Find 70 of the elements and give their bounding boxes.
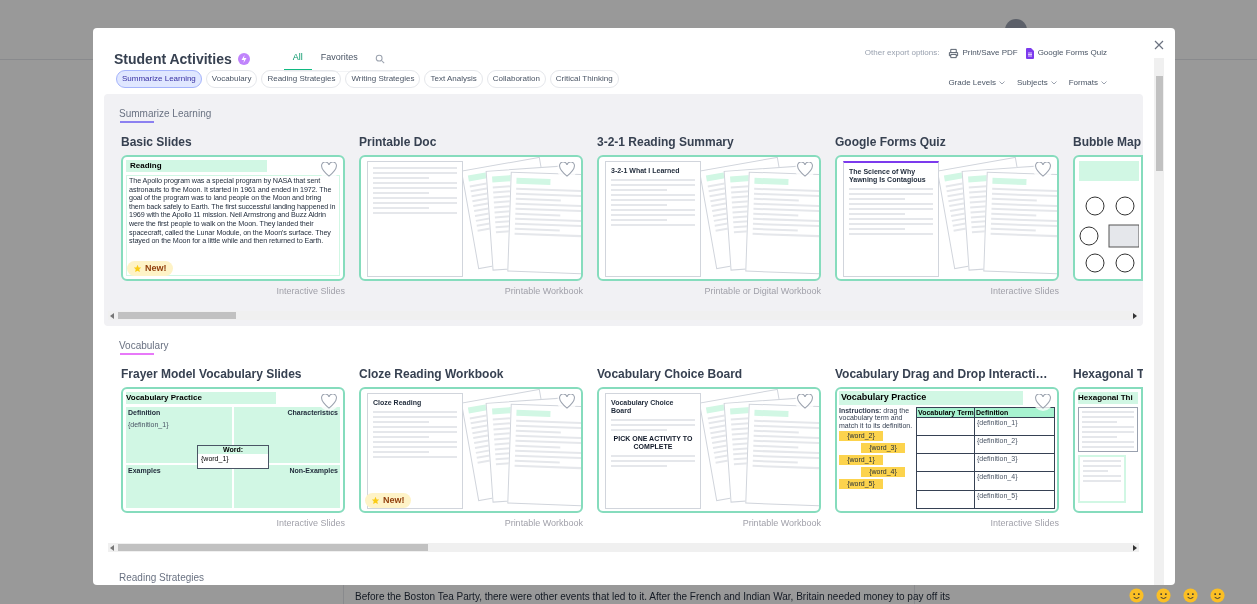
favorite-button[interactable] <box>1033 391 1053 411</box>
format-label: Printable Workbook <box>742 517 821 529</box>
favorite-button[interactable] <box>319 391 339 411</box>
activity-card[interactable] <box>835 387 1059 513</box>
format-label: Interactive Slides <box>276 285 345 297</box>
close-icon <box>1154 40 1164 50</box>
format-label: Printable or Digital Workbook <box>704 285 821 297</box>
emoji-icon[interactable] <box>1129 588 1144 603</box>
slide-heading: Reading <box>126 160 268 172</box>
filter-dropdown[interactable]: Subjects <box>1016 77 1057 89</box>
section-title: Vocabulary <box>118 339 169 353</box>
favorite-button[interactable] <box>557 159 577 179</box>
dialog-title: Student Activities <box>114 49 232 69</box>
filter-dropdown[interactable]: Formats <box>1068 77 1107 89</box>
card-title: Cloze Reading Workbook <box>359 366 505 383</box>
scroll-left-icon[interactable] <box>110 544 114 551</box>
format-label: Interactive Slides <box>276 517 345 529</box>
format-label: Interactive Slides <box>990 517 1059 529</box>
emoji-icon[interactable] <box>1156 588 1171 603</box>
tab[interactable]: All <box>283 47 312 71</box>
section-title: Reading Strategies <box>118 571 205 585</box>
emoji-icon[interactable] <box>1183 588 1198 603</box>
card-title: Google Forms Quiz <box>835 134 947 151</box>
card-title: Basic Slides <box>121 134 193 151</box>
format-label: Printable Workbook <box>504 285 583 297</box>
card-title: 3-2-1 Reading Summary <box>597 134 735 151</box>
category-chip[interactable]: Summarize Learning <box>116 70 202 88</box>
section-title: Summarize Learning <box>118 107 212 121</box>
card-title: Vocabulary Choice Board <box>597 366 744 383</box>
card-title: Frayer Model Vocabulary Slides <box>121 366 303 383</box>
favorite-button[interactable] <box>557 391 577 411</box>
scroll-right-icon[interactable] <box>1133 312 1137 319</box>
chevron-down-icon <box>998 81 1005 85</box>
horizontal-scrollbar[interactable] <box>108 311 1139 320</box>
export-button[interactable]: Google Forms Quiz <box>1025 47 1107 59</box>
card-title: Bubble Map <box>1073 134 1142 151</box>
card-title: Vocabulary Drag and Drop Interacti… <box>835 366 1049 383</box>
activity-card[interactable] <box>121 155 345 281</box>
vertical-scrollbar[interactable] <box>1154 58 1164 585</box>
favorite-button[interactable] <box>795 159 815 179</box>
favorite-button[interactable] <box>795 391 815 411</box>
card-title: Printable Doc <box>359 134 438 151</box>
scroll-right-icon[interactable] <box>1133 544 1137 551</box>
badge-label: New! <box>145 261 167 275</box>
chevron-down-icon <box>1101 81 1107 85</box>
badge-label: New! <box>383 493 405 507</box>
star-icon <box>371 495 380 505</box>
chevron-down-icon <box>1050 81 1057 85</box>
export-button[interactable]: Print/Save PDF <box>947 47 1018 59</box>
horizontal-scrollbar[interactable] <box>108 543 1139 552</box>
emoji-icon[interactable] <box>1210 588 1225 603</box>
tab[interactable]: Favorites <box>311 47 367 71</box>
star-icon <box>133 263 142 273</box>
lightning-icon <box>237 53 250 66</box>
activity-card[interactable]: Hexagonal Thi <box>1073 387 1143 513</box>
slide-heading: Hexagonal Thi <box>1078 392 1138 404</box>
search-icon[interactable] <box>374 53 385 64</box>
article-text: Before the Boston Tea Party, there were other events that led to it. After the French and Indian War, Britain needed money to pay off its <box>355 590 950 604</box>
forms-icon <box>1025 47 1034 59</box>
slide-heading: Vocabulary Practice <box>126 392 276 404</box>
export-label: Other export options: <box>864 47 940 59</box>
favorite-button[interactable] <box>319 159 339 179</box>
printer-icon <box>947 47 959 59</box>
favorite-button[interactable] <box>1033 159 1053 179</box>
format-label: Printable Workbook <box>504 517 583 529</box>
slide-heading: Vocabulary Practice <box>839 391 1023 405</box>
format-label: Interactive Slides <box>990 285 1059 297</box>
close-button[interactable] <box>1152 38 1166 52</box>
filter-dropdown[interactable]: Grade Levels <box>948 77 1005 89</box>
scroll-left-icon[interactable] <box>110 312 114 319</box>
